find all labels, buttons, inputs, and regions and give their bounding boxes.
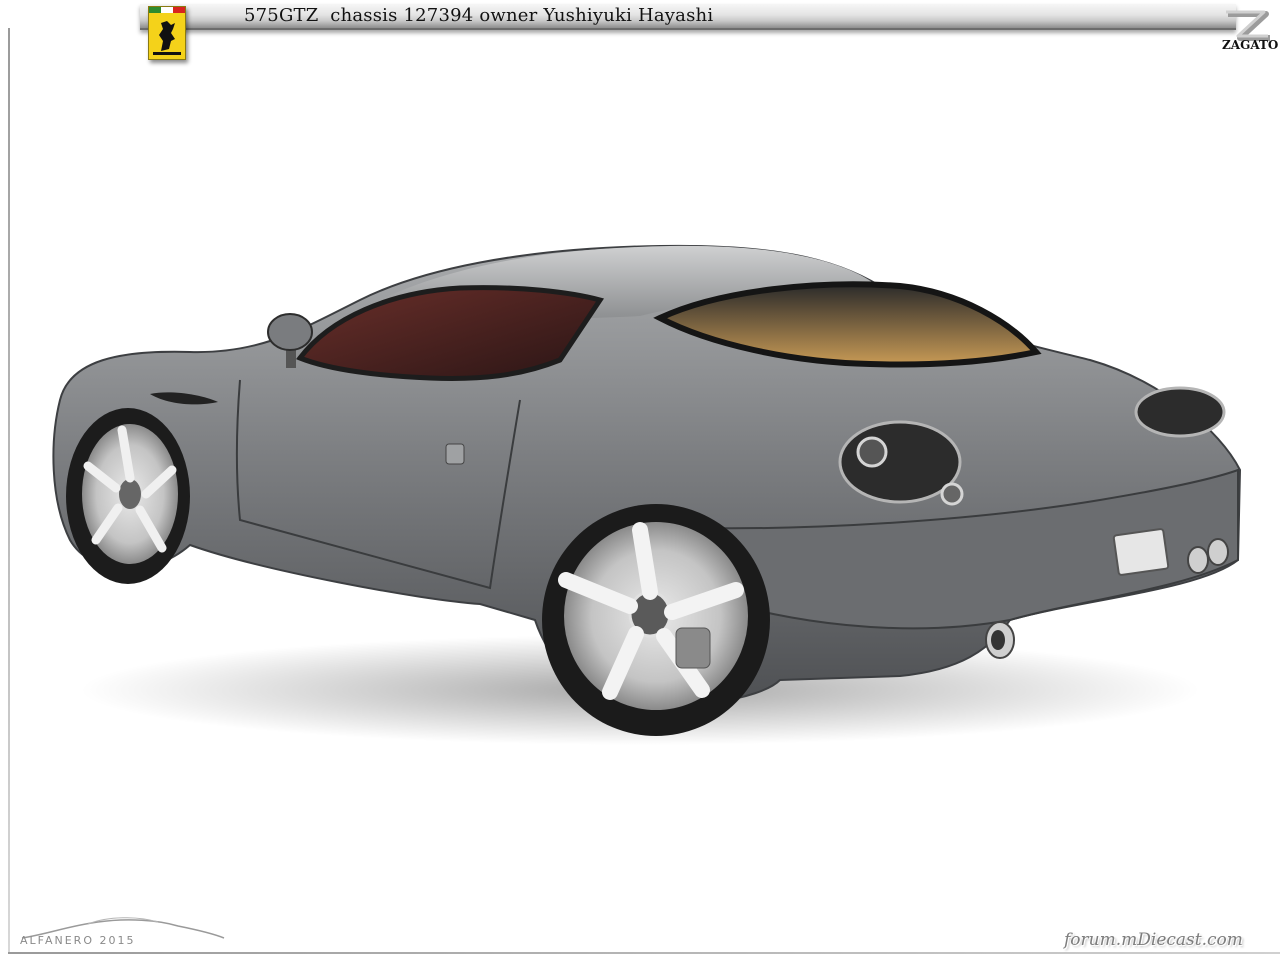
ferrari-logo: [148, 6, 186, 60]
front-wheel: [66, 408, 190, 584]
rear-wheel: [542, 504, 770, 736]
alfanero-watermark: ALFANERO 2015: [20, 934, 136, 947]
prancing-horse-icon: [153, 21, 181, 55]
zagato-logo-text: ZAGATO: [1222, 38, 1279, 52]
italian-flag-stripe: [149, 7, 185, 13]
forum-watermark: forum.mDiecast.com: [1064, 930, 1243, 950]
title-bar: 575GTZ chassis 127394 owner Yushiyuki Ha…: [140, 4, 1236, 30]
door-handle: [445, 443, 465, 465]
bottom-border-rule: [8, 952, 1280, 954]
page-title: 575GTZ chassis 127394 owner Yushiyuki Ha…: [244, 5, 714, 26]
car-photo: [52, 244, 1242, 745]
left-border-rule: [8, 28, 10, 954]
photo-frame: 575GTZ chassis 127394 owner Yushiyuki Ha…: [0, 0, 1280, 960]
license-plate: [1112, 528, 1170, 576]
